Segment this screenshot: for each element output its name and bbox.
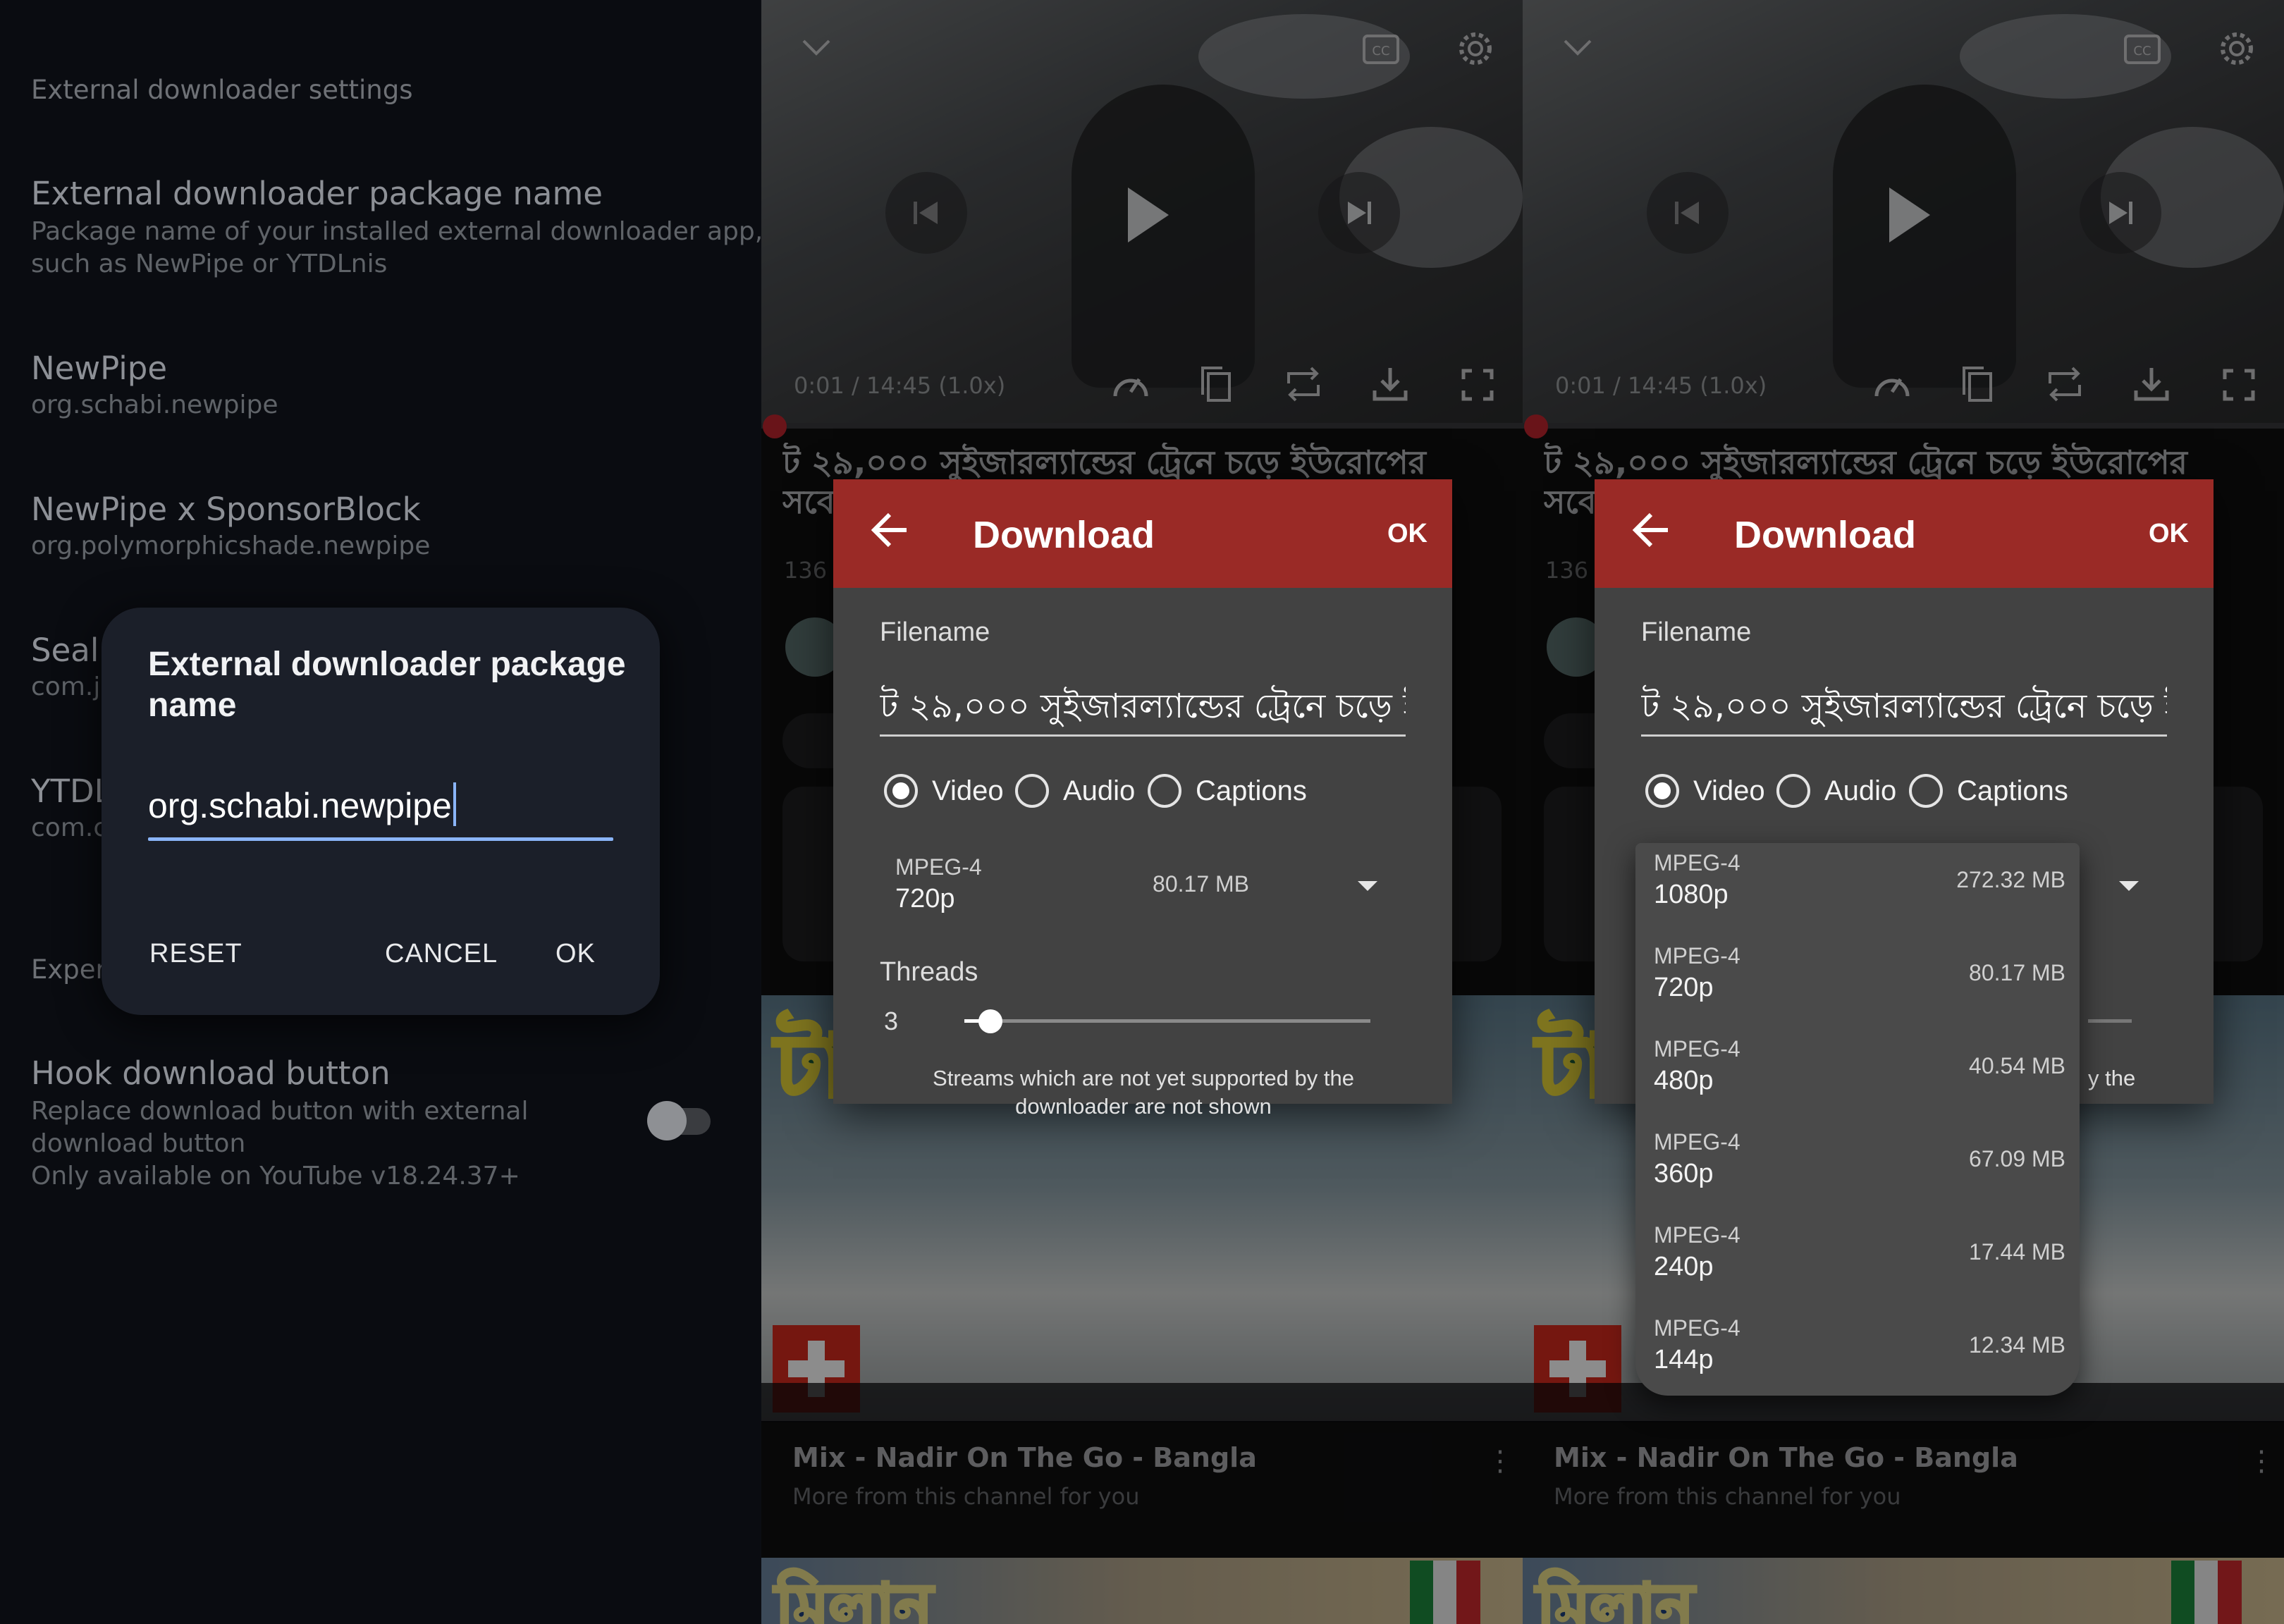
preset-title: NewPipe	[31, 350, 168, 387]
radio-label-captions[interactable]: Captions	[1196, 775, 1307, 807]
radio-label-audio[interactable]: Audio	[1063, 775, 1135, 807]
radio-captions[interactable]	[1909, 774, 1943, 808]
category-external-downloader: External downloader settings	[31, 75, 413, 105]
threads-slider[interactable]	[2088, 1019, 2132, 1023]
radio-captions[interactable]	[1148, 774, 1181, 808]
preset-package: com.c	[31, 813, 108, 842]
filename-underline	[1641, 734, 2167, 737]
option-size: 12.34 MB	[1969, 1332, 2065, 1358]
ok-button[interactable]: OK	[555, 939, 596, 969]
option-container: MPEG-4	[1654, 1036, 1740, 1062]
radio-audio[interactable]	[1015, 774, 1049, 808]
option-size: 272.32 MB	[1956, 867, 2065, 892]
quality-container: MPEG-4	[895, 854, 982, 880]
input-underline	[148, 837, 613, 841]
threads-slider[interactable]	[964, 1019, 1370, 1023]
filename-label: Filename	[1641, 617, 1752, 647]
threads-slider-handle[interactable]	[978, 1009, 1002, 1033]
cancel-button[interactable]: CANCEL	[385, 939, 498, 969]
phone-screen-2: CC 0:01 / 14:45 (1.0x) ট ২৯,০০০ সুইজারল্…	[1523, 0, 2284, 1624]
package-name-input[interactable]: org.schabi.newpipe	[148, 782, 613, 826]
download-dialog: Download OK Filename ট ২৯,০০০ সুইজারল্যা…	[833, 479, 1452, 1119]
option-container: MPEG-4	[1654, 1222, 1740, 1248]
option-quality: 720p	[1654, 973, 1714, 1002]
preset-title: YTDL	[31, 773, 112, 810]
dialog-title: External downloader package name	[148, 646, 626, 724]
dropdown-arrow-icon[interactable]	[1358, 881, 1377, 891]
option-quality: 480p	[1654, 1066, 1714, 1095]
preset-package: com.j	[31, 672, 101, 701]
setting-desc: download button	[31, 1129, 246, 1158]
option-container: MPEG-4	[1654, 943, 1740, 968]
preset-title: NewPipe x SponsorBlock	[31, 491, 421, 528]
download-header: Download OK	[833, 479, 1452, 588]
preset-package: org.polymorphicshade.newpipe	[31, 531, 431, 560]
option-size: 80.17 MB	[1969, 960, 2065, 985]
category-experimental: Exper	[31, 954, 106, 985]
setting-desc: Replace download button with external	[31, 1097, 529, 1126]
filename-label: Filename	[880, 617, 990, 647]
option-quality: 360p	[1654, 1159, 1714, 1188]
radio-video[interactable]	[1645, 774, 1679, 808]
radio-label-audio[interactable]: Audio	[1824, 775, 1896, 807]
radio-video[interactable]	[884, 774, 918, 808]
filename-input[interactable]: ট ২৯,০০০ সুইজারল্যান্ডের ট্রেনে চড়ে ইউর…	[880, 681, 1406, 737]
preset-title: Seal	[31, 632, 99, 669]
setting-title: Hook download button	[31, 1054, 391, 1092]
option-quality: 1080p	[1654, 880, 1729, 909]
option-quality: 240p	[1654, 1252, 1714, 1281]
download-title: Download	[973, 514, 1155, 556]
input-value: org.schabi.newpipe	[148, 786, 452, 825]
setting-desc: such as NewPipe or YTDLnis	[31, 250, 388, 278]
radio-label-video[interactable]: Video	[932, 775, 1004, 807]
quality-size: 80.17 MB	[1153, 871, 1249, 897]
threads-value: 3	[884, 1007, 899, 1035]
option-container: MPEG-4	[1654, 1129, 1740, 1155]
reset-button[interactable]: RESET	[149, 939, 242, 969]
download-header: Download OK	[1595, 479, 2214, 588]
option-size: 67.09 MB	[1969, 1146, 2065, 1171]
quality-dropdown-list	[1635, 843, 2080, 1396]
back-arrow-icon[interactable]	[1631, 509, 1671, 551]
radio-label-captions[interactable]: Captions	[1957, 775, 2068, 807]
setting-title: External downloader package name	[31, 175, 603, 212]
setting-desc: Only available on YouTube v18.24.37+	[31, 1162, 520, 1191]
download-ok-button[interactable]: OK	[2149, 519, 2189, 549]
option-container: MPEG-4	[1654, 1315, 1740, 1341]
option-size: 17.44 MB	[1969, 1239, 2065, 1265]
preset-package: org.schabi.newpipe	[31, 390, 278, 419]
setting-desc: Package name of your installed external …	[31, 217, 763, 246]
text-caret	[453, 782, 456, 826]
radio-audio[interactable]	[1776, 774, 1810, 808]
toggle-knob[interactable]	[647, 1101, 687, 1140]
threads-label: Threads	[880, 957, 978, 987]
streams-note-fragment: y the	[2088, 1066, 2136, 1090]
quality-value: 720p	[895, 884, 955, 914]
phone-screen-1: CC 0:01 / 14:45 (1.0x) ট ২৯,০০০ সুইজারল্…	[761, 0, 1523, 1624]
radio-label-video[interactable]: Video	[1693, 775, 1765, 807]
download-ok-button[interactable]: OK	[1387, 519, 1428, 549]
download-title: Download	[1734, 514, 1916, 556]
option-quality: 144p	[1654, 1345, 1714, 1374]
streams-note: Streams which are not yet supported by t…	[933, 1066, 1354, 1119]
back-arrow-icon[interactable]	[870, 509, 909, 551]
filename-input[interactable]: ট ২৯,০০০ সুইজারল্যান্ডের ট্রেনে চড়ে ইউর…	[1641, 681, 2167, 737]
option-size: 40.54 MB	[1969, 1053, 2065, 1078]
filename-underline	[880, 734, 1406, 737]
option-container: MPEG-4	[1654, 850, 1740, 875]
dropdown-arrow-icon[interactable]	[2119, 881, 2139, 891]
package-name-dialog: External downloader package name org.sch…	[102, 608, 660, 1015]
